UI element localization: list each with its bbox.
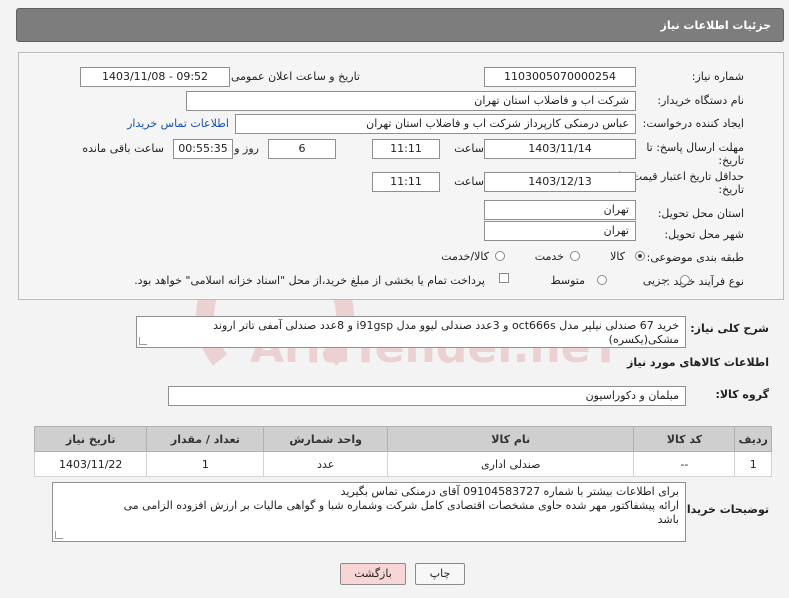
price-validity-time-field: 11:11 [372, 172, 440, 192]
cell-item-name: صندلی اداری [387, 451, 635, 477]
purchase-option-partial: جزیی [642, 274, 668, 287]
resize-handle-icon[interactable] [55, 531, 63, 539]
col-item-code: کد کالا [633, 426, 736, 452]
cell-unit: عدد [263, 451, 389, 477]
description-line-2: مشکی(یکسره) [608, 333, 679, 346]
buyer-contact-link[interactable]: اطلاعات تماس خریدار [127, 117, 229, 130]
category-label: طبقه بندی موضوعی: [646, 251, 744, 264]
col-item-name: نام کالا [387, 426, 635, 452]
category-option-goods-service: کالا/خدمت [441, 250, 489, 263]
goods-group-label: گروه کالا: [715, 388, 769, 401]
price-validity-date-label: تاریخ: [718, 183, 744, 196]
buyer-notes-line-1: برای اطلاعات بیشتر با شماره 09104583727 … [340, 485, 679, 498]
purchase-option-medium: متوسط [550, 274, 585, 287]
purchase-radio-medium[interactable] [597, 275, 607, 285]
treasury-payment-checkbox[interactable] [499, 273, 509, 283]
col-unit: واحد شمارش [263, 426, 389, 452]
buyer-org-label: نام دستگاه خریدار: [657, 94, 744, 107]
reply-deadline-date-label: تاریخ: [718, 154, 744, 167]
description-textarea[interactable]: خرید 67 صندلی نیلپر مدل oct666s و 3عدد ص… [136, 316, 686, 348]
description-line-1: خرید 67 صندلی نیلپر مدل oct666s و 3عدد ص… [213, 319, 679, 332]
category-radio-goods[interactable] [635, 251, 645, 261]
buyer-notes-line-3: باشد [657, 513, 679, 526]
price-validity-date-field: 1403/12/13 [484, 172, 636, 192]
treasury-payment-note: پرداخت تمام یا بخشی از مبلغ خرید،از محل … [134, 274, 485, 287]
buyer-org-field: شرکت اب و فاضلاب استان تهران [186, 91, 636, 111]
goods-table-header: ردیف کد کالا نام کالا واحد شمارش تعداد /… [33, 426, 772, 452]
resize-handle-icon[interactable] [139, 337, 147, 345]
need-number-label: شماره نیاز: [691, 70, 744, 83]
reply-date-field: 1403/11/14 [484, 139, 636, 159]
remaining-time-field: 00:55:35 [173, 139, 233, 159]
goods-section-title: اطلاعات کالاهای مورد نیاز [627, 356, 769, 369]
page-title: جزئیات اطلاعات نیاز [660, 19, 772, 32]
reply-days-label: روز و [234, 142, 259, 155]
announce-label: تاریخ و ساعت اعلان عمومی: [227, 70, 360, 83]
price-validity-label: حداقل تاریخ اعتبار قیمت: تا [618, 170, 744, 183]
category-radio-service[interactable] [570, 251, 580, 261]
cell-need-date: 1403/11/22 [33, 451, 148, 477]
description-label: شرح کلی نیاز: [690, 322, 769, 335]
remaining-time-label: ساعت باقی مانده [82, 142, 164, 155]
goods-table: ردیف کد کالا نام کالا واحد شمارش تعداد /… [33, 426, 772, 477]
category-option-service: خدمت [534, 250, 564, 263]
buyer-notes-line-2: ارائه پیشفاکتور مهر شده حاوی مشخصات اقتص… [123, 499, 679, 512]
reply-time-field: 11:11 [372, 139, 440, 159]
back-button[interactable]: بازگشت [340, 563, 406, 585]
province-field: تهران [484, 200, 636, 220]
purchase-type-label: نوع فرآیند خرید : [666, 275, 744, 288]
page-header: جزئیات اطلاعات نیاز [16, 8, 784, 42]
price-validity-time-label: ساعت [454, 175, 484, 188]
announce-field: 1403/11/08 - 09:52 [80, 67, 230, 87]
buyer-notes-label: توضیحات خریدار: [676, 503, 769, 516]
reply-days-field: 6 [268, 139, 336, 159]
col-row-number: ردیف [734, 426, 772, 452]
purchase-radio-partial[interactable] [680, 275, 690, 285]
print-button[interactable]: چاپ [415, 563, 465, 585]
category-radio-goods-service[interactable] [495, 251, 505, 261]
category-option-goods: کالا [610, 250, 625, 263]
city-label: شهر محل تحویل: [664, 228, 744, 241]
cell-quantity: 1 [146, 451, 265, 477]
goods-group-field: مبلمان و دکوراسیون [168, 386, 686, 406]
need-number-field: 1103005070000254 [484, 67, 636, 87]
col-quantity: تعداد / مقدار [146, 426, 265, 452]
creator-field: عباس درمنکی کارپرداز شرکت اب و فاضلاب اس… [235, 114, 636, 134]
city-field: تهران [484, 221, 636, 241]
col-need-date: تاریخ نیاز [33, 426, 148, 452]
reply-time-label: ساعت [454, 142, 484, 155]
cell-item-code: -- [633, 451, 736, 477]
reply-deadline-label: مهلت ارسال پاسخ: تا [646, 141, 744, 154]
buyer-notes-textarea[interactable]: برای اطلاعات بیشتر با شماره 09104583727 … [52, 482, 686, 542]
table-row: 1 -- صندلی اداری عدد 1 1403/11/22 [33, 451, 772, 477]
cell-row-number: 1 [734, 451, 772, 477]
creator-label: ایجاد کننده درخواست: [642, 117, 744, 130]
province-label: استان محل تحویل: [657, 207, 744, 220]
